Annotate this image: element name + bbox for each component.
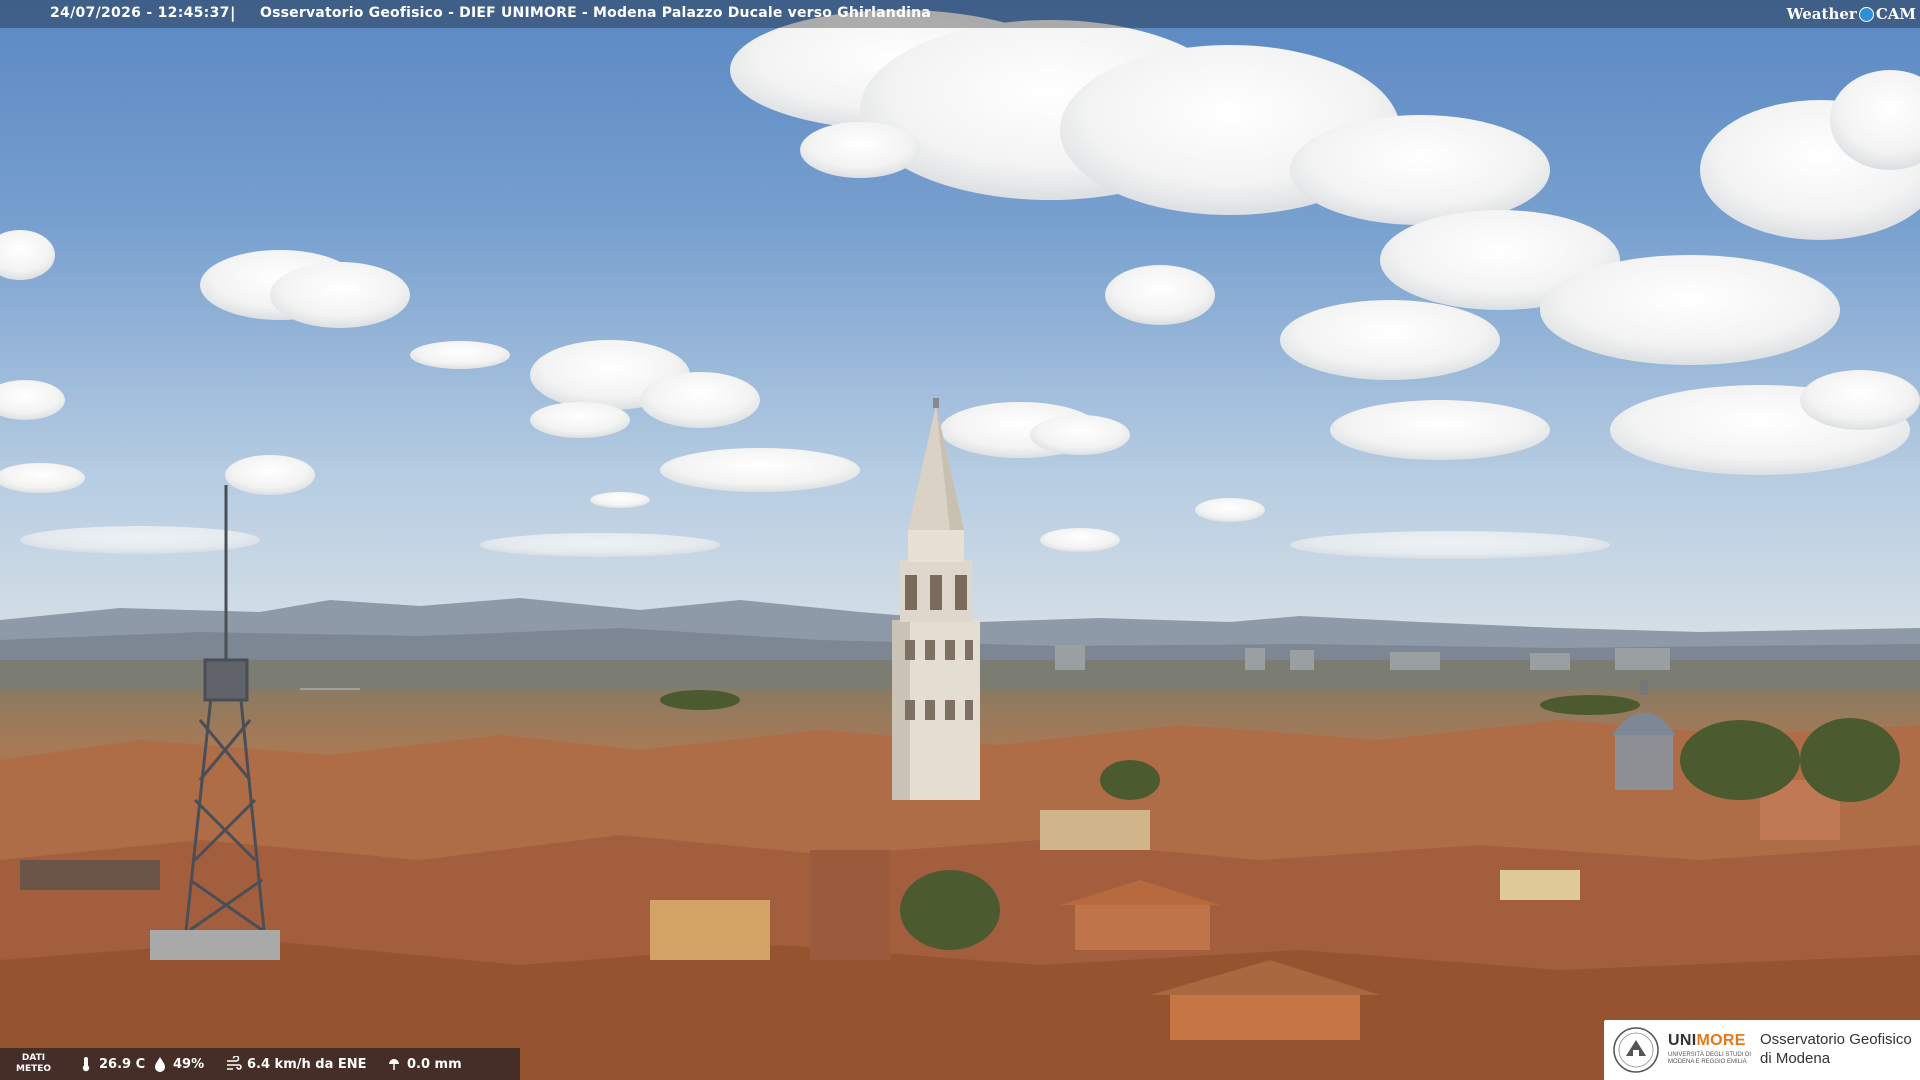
- temperature-value: 26.9 C: [99, 1056, 146, 1072]
- university-seal-icon: [1613, 1027, 1659, 1073]
- university-full-name: UNIVERSITÀ DEGLI STUDI DI MODENA E REGGI…: [1668, 1052, 1752, 1065]
- timestamp-bar: 24/07/2026 - 12:45:37 | Osservatorio Geo…: [0, 0, 1920, 28]
- unimore-wordmark: UNIMORE: [1668, 1032, 1746, 1049]
- weather-data-label: DATI METEO: [16, 1053, 52, 1074]
- unimore-observatory-logo: UNIMORE UNIVERSITÀ DEGLI STUDI DI MODENA…: [1604, 1020, 1920, 1080]
- observatory-name: Osservatorio Geofisico di Modena: [1760, 1031, 1912, 1067]
- weathercam-dot-icon: [1858, 6, 1874, 22]
- rain-icon: [389, 1059, 399, 1070]
- humidity-drop-icon: [155, 1057, 165, 1072]
- weather-data-bar: DATI METEO 26.9 C 49% 6.4 km/h da ENE 0.…: [0, 1048, 520, 1080]
- rain-readout: 0.0 mm: [386, 1056, 462, 1072]
- camera-title: Osservatorio Geofisico - DIEF UNIMORE - …: [260, 5, 931, 21]
- temperature-readout: 26.9 C: [78, 1056, 145, 1072]
- city-panorama-image: [0, 0, 1920, 1080]
- weathercam-logo-left: Weather: [1786, 5, 1857, 23]
- wind-icon: [227, 1056, 242, 1070]
- thermometer-icon: [82, 1057, 90, 1072]
- timestamp: 24/07/2026 - 12:45:37: [50, 5, 230, 21]
- weathercam-logo-right: CAM: [1875, 5, 1916, 23]
- wind-readout: 6.4 km/h da ENE: [226, 1056, 367, 1072]
- header-separator: |: [230, 4, 236, 22]
- humidity-readout: 49%: [152, 1056, 204, 1072]
- webcam-view: 24/07/2026 - 12:45:37 | Osservatorio Geo…: [0, 0, 1920, 1080]
- humidity-value: 49%: [173, 1056, 205, 1072]
- wind-value: 6.4 km/h da ENE: [247, 1056, 367, 1072]
- weathercam-logo: Weather CAM: [1787, 3, 1916, 25]
- rain-value: 0.0 mm: [407, 1056, 462, 1072]
